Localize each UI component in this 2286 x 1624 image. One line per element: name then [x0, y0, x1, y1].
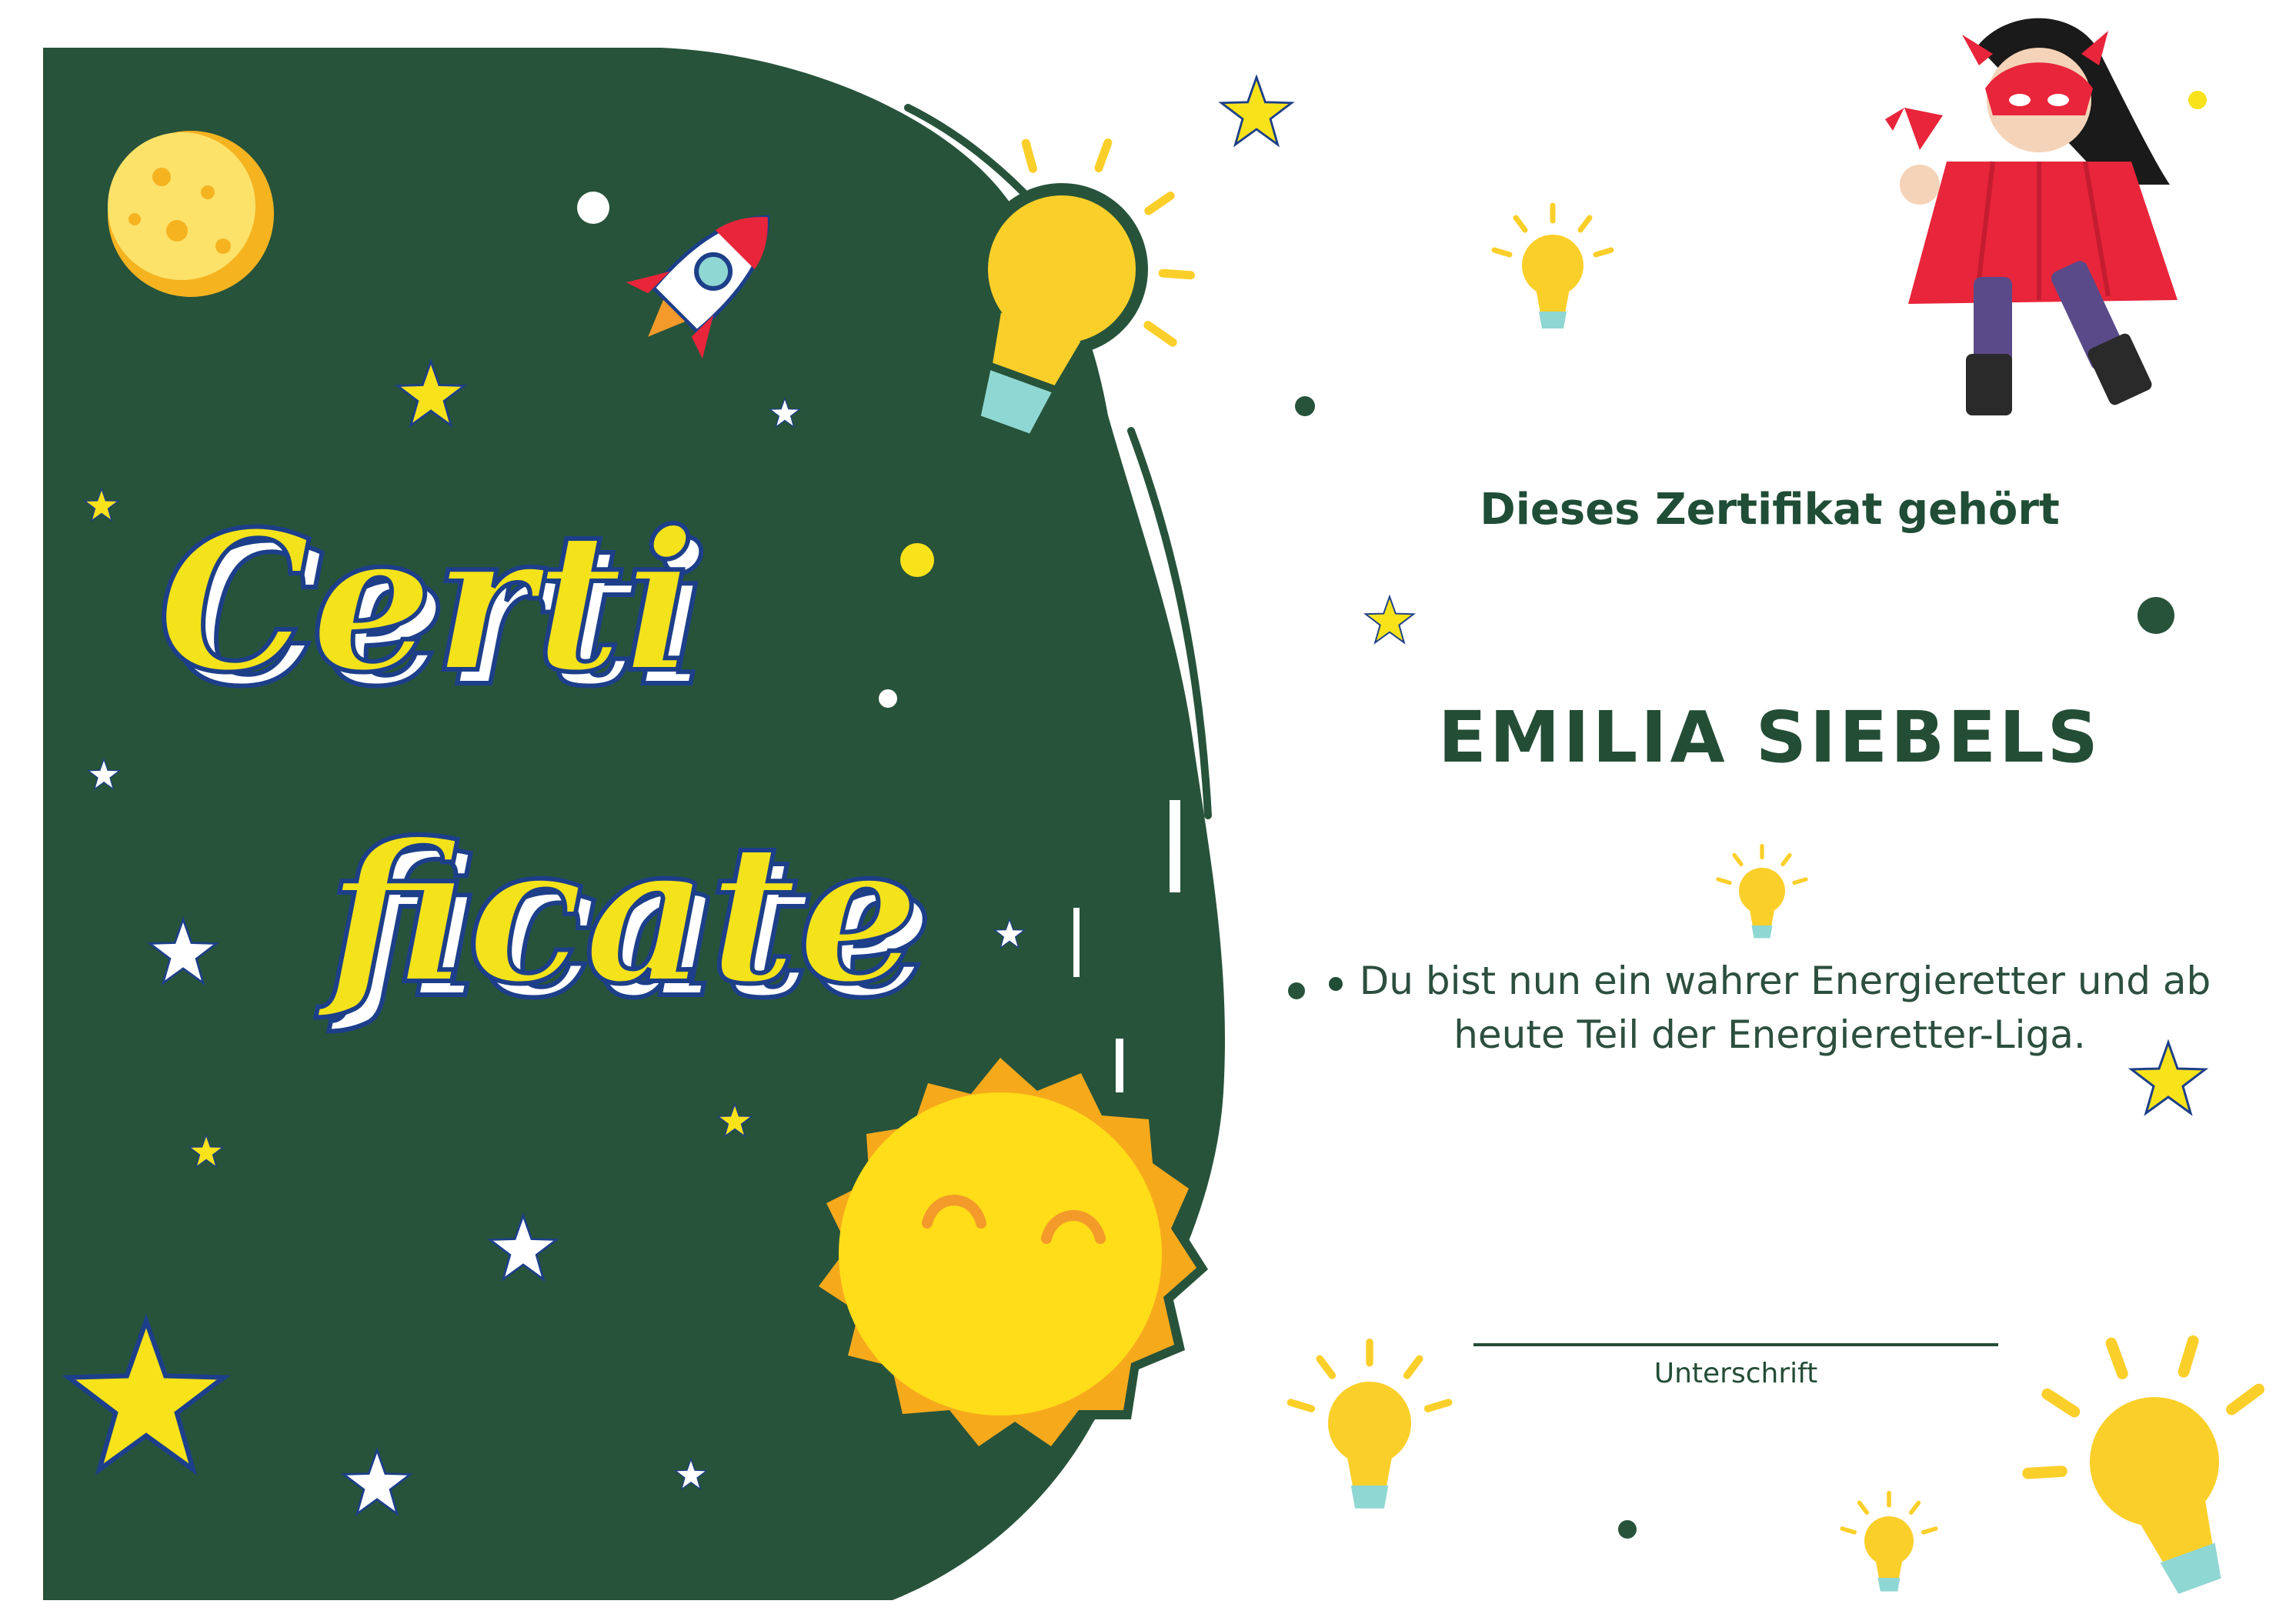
moon-icon	[108, 131, 274, 297]
signature-line	[1473, 1343, 1998, 1346]
recipient-name: EMILIA SIEBELS	[1438, 696, 2101, 779]
superhero-illustration	[1885, 18, 2178, 415]
message-line-1: Du bist nun ein wahrer Energieretter und…	[1359, 959, 2211, 1003]
lightbulb-icon	[1290, 205, 2286, 1624]
title-line2: ficate	[315, 800, 920, 1026]
owner-heading: Dieses Zertifikat gehört	[1480, 485, 2060, 535]
message-line-2: heute Teil der Energieretter-Liga.	[1453, 1012, 2086, 1057]
message-bullet	[1328, 976, 1343, 991]
title-line1: Certi	[158, 489, 696, 715]
certificate-message: Du bist nun ein wahrer Energieretter und…	[1308, 954, 2231, 1062]
dot-decoration	[900, 543, 934, 577]
signature-label: Unterschrift	[1654, 1358, 1818, 1389]
dot-decoration	[2188, 91, 2207, 109]
